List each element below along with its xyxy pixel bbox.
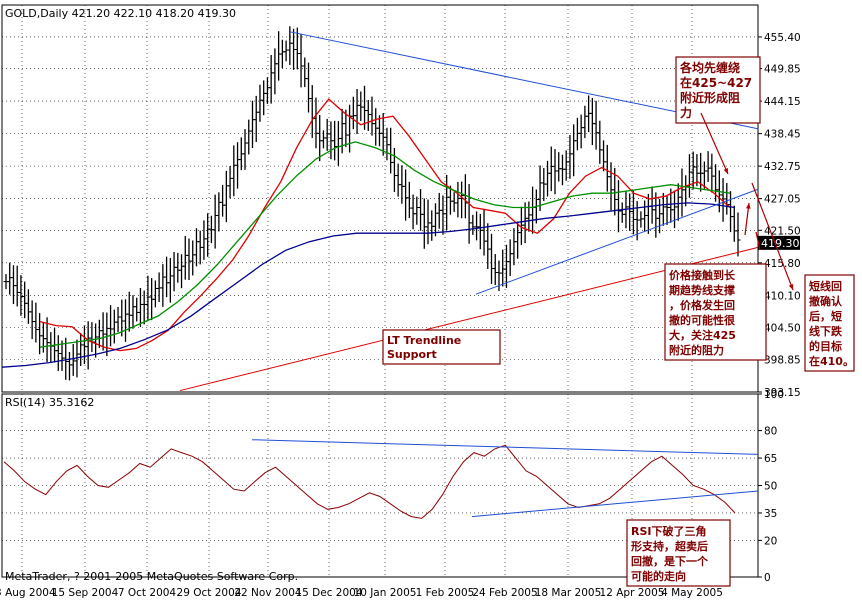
x-tick-label: 22 Nov 2004	[234, 587, 302, 599]
rsi-tick-label: 80	[764, 426, 777, 438]
chart-canvas: GOLD,Daily 421.20 422.10 418.20 419.30 R…	[0, 4, 855, 599]
x-tick-label: 29 Oct 2004	[177, 587, 242, 599]
x-tick-label: 1 Feb 2005	[416, 587, 475, 599]
y-tick-label: 432.75	[764, 161, 801, 173]
annotation-text: 回撤，是下一个	[631, 554, 709, 568]
annotation-text: 短线回	[809, 279, 842, 293]
annotation-text: 在425~427	[680, 75, 752, 90]
y-tick-label: 398.85	[764, 354, 801, 366]
y-tick-label: 438.45	[764, 129, 801, 141]
y-tick-label: 427.05	[764, 194, 801, 206]
annotation-text: 形支持，超卖后	[631, 539, 708, 553]
arrow-short-target-head	[788, 284, 794, 290]
annotation-text: 力	[680, 105, 692, 120]
x-tick-label: 7 Oct 2004	[118, 587, 177, 599]
annotation-text: 撤确认	[809, 294, 843, 308]
y-tick-label: 449.85	[764, 64, 801, 76]
annotation-support-touch: 价格接触到长期趋势线支撑，价格发生回撤的可能性很大，关注425附近的阻力	[664, 263, 767, 361]
y-tick-label: 455.40	[764, 32, 801, 44]
annotation-text: LT Trendline	[387, 334, 461, 347]
x-tick-label: 24 Feb 2005	[472, 587, 537, 599]
x-tick-label: 4 May 2005	[661, 587, 723, 599]
annotation-text: 后，短	[809, 309, 842, 323]
annotation-text: 附近的阻力	[669, 343, 724, 357]
rsi-tick-label: 0	[764, 572, 771, 584]
annotation-text: 附近形成阻	[680, 90, 740, 105]
annotation-text: 在410。	[809, 354, 854, 368]
rsi-tick-label: 35	[764, 508, 777, 520]
annotation-text: 可能的走向	[631, 569, 686, 583]
annotation-rsi: RSI下破了三角形支持，超卖后回撤，是下一个可能的走向	[626, 519, 731, 587]
annotation-text: Support	[387, 348, 437, 361]
annotation-text: RSI下破了三角	[631, 524, 707, 538]
x-tick-label: 23 Aug 2004	[0, 587, 56, 599]
rsi-title: RSI(14) 35.3162	[5, 396, 94, 409]
y-tick-label: 404.50	[764, 322, 801, 334]
annotation-text: 价格接触到长	[669, 268, 736, 282]
annotation-text: 撤的可能性很	[669, 313, 736, 327]
x-tick-label: 15 Sep 2004	[52, 587, 119, 599]
annotation-text: 期趋势线支撑	[669, 283, 735, 297]
y-tick-label: 410.10	[764, 290, 801, 302]
annotation-lt-trendline: LT TrendlineSupport	[382, 329, 501, 365]
y-tick-label: 444.15	[764, 96, 801, 108]
last-price-label: 419.30	[761, 237, 800, 250]
rsi-tick-label: 50	[764, 481, 777, 493]
price-pane: GOLD,Daily 421.20 422.10 418.20 419.30	[1, 4, 759, 393]
annotation-short-target: 短线回撤确认后，短线下跌的目标在410。	[804, 274, 855, 372]
annotation-text: 线下跌	[809, 324, 843, 338]
x-tick-label: 18 Mar 2005	[535, 587, 602, 599]
x-tick-label: 12 Apr 2005	[600, 587, 665, 599]
rsi-tick-label: 20	[764, 535, 777, 547]
annotation-text: ，价格发生回	[669, 298, 735, 312]
x-tick-label: 10 Jan 2005	[354, 587, 417, 599]
footer-copyright: MetaTrader, ? 2001-2005 MetaQuotes Softw…	[5, 570, 298, 583]
annotation-resistance: 各均先缠绕在425~427附近形成阻力	[675, 56, 761, 124]
annotation-text: 大，关注425	[669, 328, 736, 342]
annotation-text: 各均先缠绕	[679, 60, 740, 75]
annotation-text: 的目标	[809, 339, 842, 353]
price-title: GOLD,Daily 421.20 422.10 418.20 419.30	[5, 7, 236, 20]
rsi-tick-label: 65	[764, 453, 777, 465]
rsi-tick-label: 100	[764, 389, 784, 401]
